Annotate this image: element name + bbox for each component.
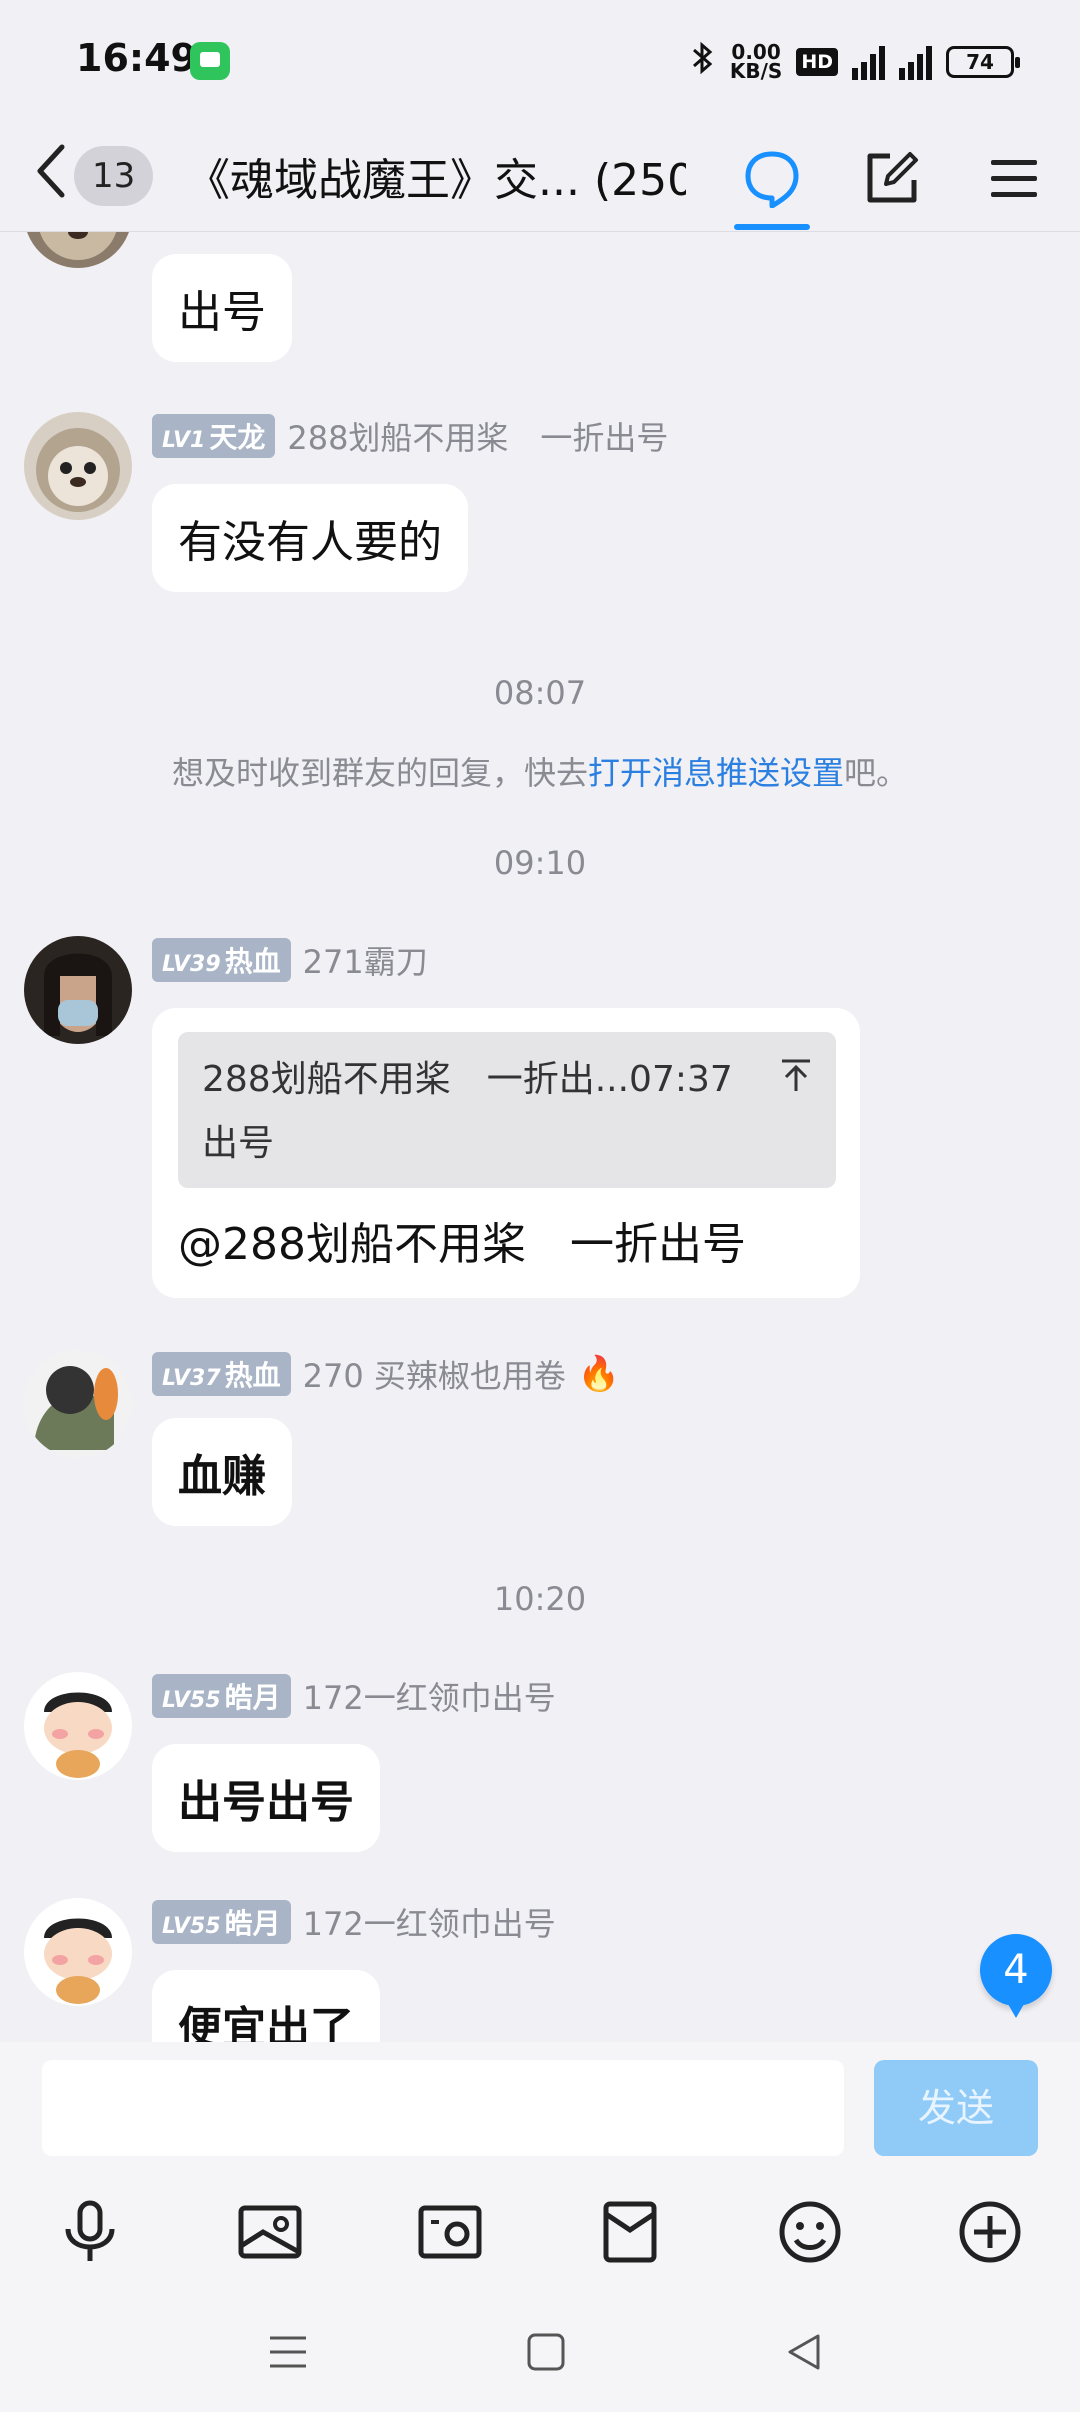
home-icon	[527, 2333, 565, 2371]
sender-name[interactable]: 172一红领巾出号	[303, 1673, 556, 1719]
home-button[interactable]	[516, 2322, 576, 2382]
bluetooth-icon	[690, 40, 716, 85]
input-toolbar	[0, 2172, 1080, 2282]
level-badge: LV55 皓月	[152, 1674, 291, 1718]
avatar[interactable]	[24, 1350, 132, 1458]
back-icon	[788, 2334, 820, 2370]
level-badge: LV37 热血	[152, 1352, 291, 1396]
plus-icon	[959, 2201, 1021, 2263]
sender-meta: LV1 天龙 288划船不用桨 一折出号	[152, 413, 668, 459]
notice-prefix: 想及时收到群友的回复，快去	[171, 754, 588, 792]
hd-badge: HD	[796, 48, 838, 76]
back-chevron-icon	[30, 140, 70, 212]
level-text: LV1	[162, 428, 206, 453]
level-text: LV55	[162, 1688, 221, 1713]
sender-meta: LV55 皓月 172一红领巾出号	[152, 1673, 556, 1719]
message-bubble[interactable]: 便宜出了	[152, 1970, 380, 2042]
chat-header: 13 《魂域战魔王》交... (250)	[0, 120, 1080, 232]
level-badge: LV55 皓月	[152, 1900, 291, 1944]
red-packet-button[interactable]	[590, 2192, 670, 2272]
jump-to-quote-icon[interactable]	[780, 1050, 812, 1114]
level-title: 皓月	[224, 1681, 281, 1714]
avatar[interactable]	[24, 1898, 132, 2006]
avatar[interactable]	[24, 1672, 132, 1780]
voice-button[interactable]	[50, 2192, 130, 2272]
message-input[interactable]	[42, 2060, 844, 2156]
edit-icon	[867, 152, 918, 203]
send-button[interactable]: 发送	[874, 2060, 1038, 2156]
sender-meta: LV37 热血 270 买辣椒也用卷 🔥	[152, 1351, 621, 1397]
recent-apps-button[interactable]	[258, 2322, 318, 2382]
quote-header: 288划船不用桨 一折出...07:37	[202, 1048, 812, 1112]
signal-icon-2	[899, 44, 932, 80]
reply-text: @288划船不用桨 一折出号	[178, 1219, 746, 1270]
active-tab-indicator	[734, 224, 810, 230]
speed-unit: KB/S	[729, 59, 783, 83]
red-packet-icon	[603, 2201, 657, 2263]
post-button[interactable]	[852, 138, 932, 218]
image-icon	[238, 2205, 302, 2259]
back-button[interactable]: 13	[30, 138, 154, 214]
fire-icon: 🔥	[577, 1354, 621, 1394]
battery-indicator: 74	[946, 46, 1020, 78]
avatar[interactable]	[24, 412, 132, 520]
messages-app-icon	[190, 42, 230, 80]
sender-name[interactable]: 271霸刀	[303, 937, 428, 983]
level-badge: LV1 天龙	[152, 414, 276, 458]
quoted-message[interactable]: 288划船不用桨 一折出...07:37 出号	[178, 1032, 836, 1188]
quote-text: 出号	[202, 1123, 275, 1164]
timestamp: 10:20	[493, 1580, 587, 1618]
level-text: LV39	[162, 952, 221, 977]
avatar[interactable]	[24, 232, 132, 268]
chat-bubble-icon	[745, 151, 799, 208]
camera-button[interactable]	[410, 2192, 490, 2272]
camera-icon	[418, 2205, 482, 2259]
level-title: 天龙	[209, 421, 266, 454]
message-bubble[interactable]: 出号	[152, 254, 292, 362]
message-bubble[interactable]: 血赚	[152, 1418, 292, 1526]
status-bar: 16:49 0.00 KB/S HD 74	[0, 0, 1080, 120]
quote-time: 07:37	[629, 1059, 733, 1100]
system-nav-bar	[0, 2282, 1080, 2412]
avatar[interactable]	[24, 936, 132, 1044]
sender-meta: LV55 皓月 172一红领巾出号	[152, 1899, 556, 1945]
message-bubble[interactable]: 有没有人要的	[152, 484, 468, 592]
push-settings-link[interactable]: 打开消息推送设置	[588, 754, 844, 792]
new-messages-badge[interactable]: 4	[980, 1934, 1052, 2018]
level-title: 皓月	[224, 1907, 281, 1940]
chat-message-list[interactable]: 出号 LV1 天龙 288划船不用桨 一折出号 有没有人要的 08:07 想及时收…	[0, 232, 1080, 2042]
timestamp: 09:10	[493, 844, 587, 882]
level-badge: LV39 热血	[152, 938, 291, 982]
chat-tab[interactable]	[732, 138, 812, 218]
emoji-button[interactable]	[770, 2192, 850, 2272]
network-speed: 0.00 KB/S	[729, 42, 783, 83]
level-title: 热血	[224, 945, 281, 978]
sender-name[interactable]: 172一红领巾出号	[303, 1899, 556, 1945]
status-time: 16:49	[76, 36, 197, 80]
level-text: LV55	[162, 1914, 221, 1939]
system-back-button[interactable]	[774, 2322, 834, 2382]
level-text: LV37	[162, 1366, 221, 1391]
microphone-icon	[65, 2200, 115, 2261]
signal-icon-1	[852, 44, 885, 80]
push-setting-notice: 想及时收到群友的回复，快去打开消息推送设置吧。	[0, 748, 1080, 794]
status-indicators: 0.00 KB/S HD 74	[690, 34, 1020, 90]
input-bar: 发送	[0, 2042, 1080, 2172]
sender-meta: LV39 热血 271霸刀	[152, 937, 428, 983]
sender-name[interactable]: 270 买辣椒也用卷	[303, 1351, 566, 1397]
level-title: 热血	[224, 1359, 281, 1392]
page-title[interactable]: 《魂域战魔王》交... (250)	[186, 144, 686, 208]
quote-sender: 288划船不用桨 一折出...	[202, 1059, 630, 1100]
image-button[interactable]	[230, 2192, 310, 2272]
notice-suffix: 吧。	[844, 754, 909, 792]
unread-count-badge: 13	[74, 146, 154, 206]
emoji-icon	[779, 2201, 841, 2263]
recent-apps-icon	[270, 2336, 306, 2368]
more-options-button[interactable]	[950, 2192, 1030, 2272]
message-bubble[interactable]: 出号出号	[152, 1744, 380, 1852]
timestamp: 08:07	[493, 674, 587, 712]
sender-name[interactable]: 288划船不用桨 一折出号	[287, 413, 668, 459]
more-menu-button[interactable]	[974, 138, 1054, 218]
menu-icon	[991, 160, 1037, 197]
